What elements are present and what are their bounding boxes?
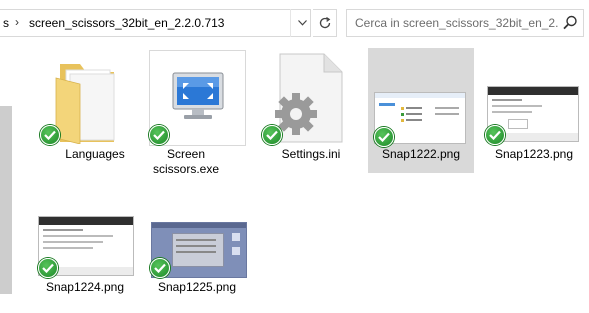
address-row: s › screen_scissors_32bit_en_2.2.0.713 C… <box>0 0 589 46</box>
file-label: Settings.ini <box>281 147 341 161</box>
file-label: Snap1223.png <box>494 147 574 161</box>
file-label-line2: scissors.exe <box>152 162 220 176</box>
monitor-icon <box>172 72 224 119</box>
chevron-down-icon <box>297 20 307 26</box>
gear-icon <box>275 93 317 135</box>
check-icon <box>150 258 170 278</box>
file-item-snap1223[interactable]: Snap1223.png <box>481 48 587 173</box>
navigation-pane <box>0 46 16 313</box>
breadcrumb-prev[interactable]: s <box>3 16 9 30</box>
check-icon <box>40 125 60 145</box>
file-item-snap1225[interactable]: Snap1225.png <box>144 182 250 307</box>
check-icon <box>374 127 394 147</box>
file-item-settings-ini[interactable]: Settings.ini <box>258 48 364 173</box>
file-label-line1: Screen <box>166 147 206 161</box>
search-icon[interactable] <box>561 14 579 32</box>
file-label: Snap1222.png <box>381 147 461 161</box>
file-item-snap1224[interactable]: Snap1224.png <box>32 182 138 307</box>
file-item-screen-scissors-exe[interactable]: Screen scissors.exe <box>146 48 252 176</box>
file-label: Screen scissors.exe <box>138 147 234 177</box>
address-dropdown-button[interactable] <box>290 9 313 37</box>
file-label: Snap1224.png <box>45 280 125 294</box>
breadcrumb-current[interactable]: screen_scissors_32bit_en_2.2.0.713 <box>29 16 224 30</box>
refresh-button[interactable] <box>313 9 337 37</box>
file-label: Snap1225.png <box>157 280 237 294</box>
check-icon <box>262 125 282 145</box>
settings-file-icon <box>275 53 343 143</box>
breadcrumb[interactable]: s › screen_scissors_32bit_en_2.2.0.713 <box>0 9 311 37</box>
refresh-icon <box>319 17 330 29</box>
navigation-scrollbar[interactable] <box>0 106 12 294</box>
folder-icon <box>55 64 115 144</box>
search-input[interactable]: Cerca in screen_scissors_32bit_en_2.2... <box>346 9 584 37</box>
check-icon <box>149 125 169 145</box>
file-item-languages[interactable]: Languages <box>40 48 148 173</box>
breadcrumb-separator-icon[interactable]: › <box>15 15 19 29</box>
check-icon <box>485 125 505 145</box>
search-placeholder: Cerca in screen_scissors_32bit_en_2.2... <box>355 16 559 30</box>
check-icon <box>38 258 58 278</box>
file-label: Languages <box>65 147 125 161</box>
file-item-snap1222[interactable]: Snap1222.png <box>368 48 474 173</box>
